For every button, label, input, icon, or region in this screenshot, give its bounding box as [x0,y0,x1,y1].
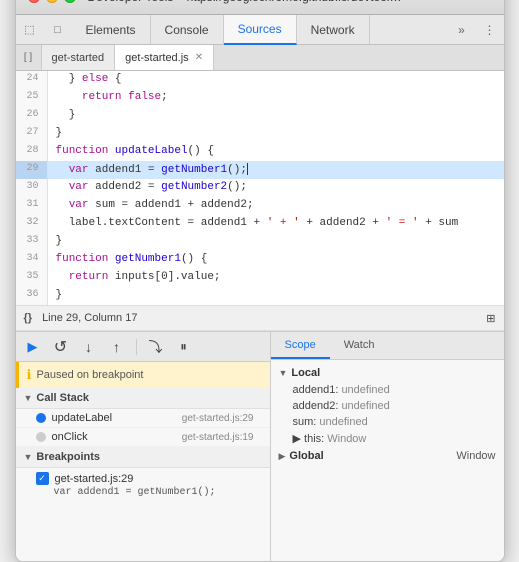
code-line-28: 28 function updateLabel() { [16,143,504,161]
close-tab-icon[interactable]: ✕ [195,52,203,63]
scope-content: ▼ Local addend1: undefined addend2: unde… [271,360,504,561]
file-tab-get-started-js[interactable]: get-started.js ✕ [115,45,214,70]
code-line-27: 27 } [16,125,504,143]
code-line-24: 24 } else { [16,71,504,89]
code-line-33: 33 } [16,233,504,251]
tab-network[interactable]: Network [297,15,370,44]
deactivate-button[interactable]: ⏸ [173,336,195,358]
file-tab-get-started[interactable]: get-started [42,45,116,70]
traffic-lights [28,0,76,3]
global-scope-header[interactable]: ▶ Global Window [271,447,504,465]
callstack-active-icon [36,413,46,423]
scope-prop-addend2: addend2: undefined [271,398,504,414]
callstack-label: Call Stack [36,392,89,404]
pause-notice-text: Paused on breakpoint [36,369,143,381]
step-into-button[interactable]: ↓ [78,336,100,358]
code-line-25: 25 return false; [16,89,504,107]
breakpoint-checkbox-0[interactable]: ✓ [36,472,49,485]
code-line-31: 31 var sum = addend1 + addend2; [16,197,504,215]
more-tabs-button[interactable]: » [448,15,476,44]
breakpoints-label: Breakpoints [36,451,100,463]
bottom-panel: ▶ ↺ ↓ ↑ ⤵ ⏸ ℹ Paused on breakpoint ▼ Cal… [16,331,504,561]
resume-button[interactable]: ▶ [22,336,44,358]
maximize-button[interactable] [64,0,76,3]
scope-prop-addend1: addend1: undefined [271,382,504,398]
pause-notice: ℹ Paused on breakpoint [16,362,270,388]
code-line-36: 36 } [16,287,504,305]
step-over-button[interactable]: ↺ [50,336,72,358]
callstack-fn-1: onClick [52,431,176,443]
minimize-button[interactable] [46,0,58,3]
devtools-menu-button[interactable]: ⋮ [476,15,504,44]
callstack-item-0[interactable]: updateLabel get-started.js:29 [16,409,270,428]
callstack-icon-1 [36,432,46,442]
callstack-fn-0: updateLabel [52,412,176,424]
global-scope-value: Window [456,450,495,462]
tab-watch[interactable]: Watch [330,332,389,359]
scope-prop-sum: sum: undefined [271,414,504,430]
close-button[interactable] [28,0,40,3]
code-line-32: 32 label.textContent = addend1 + ' + ' +… [16,215,504,233]
device-icon[interactable]: □ [44,15,72,44]
callstack-header[interactable]: ▼ Call Stack [16,388,270,409]
local-scope-label: Local [291,367,320,379]
scope-tab-bar: Scope Watch [271,332,504,360]
debugger-toolbar: ▶ ↺ ↓ ↑ ⤵ ⏸ [16,332,270,362]
window-title: Developer Tools – https://googlechrome.g… [88,0,492,4]
global-arrow-icon: ▶ [279,451,286,462]
breakpoints-list: ✓ get-started.js:29 var addend1 = getNum… [16,468,270,502]
inspector-icon[interactable]: ⬚ [16,15,44,44]
callstack-item-1[interactable]: onClick get-started.js:19 [16,428,270,447]
breakpoints-arrow-icon: ▼ [24,452,33,462]
code-line-34: 34 function getNumber1() { [16,251,504,269]
step-button[interactable]: ⤵ [145,336,167,358]
scope-prop-this[interactable]: ▶ this: Window [271,430,504,447]
tab-sources[interactable]: Sources [224,15,297,45]
scope-panel: Scope Watch ▼ Local addend1: undefined a… [271,332,504,561]
global-scope-label: Global [289,450,452,462]
breakpoint-code-0: var addend1 = getNumber1(); [36,487,254,498]
info-icon: ℹ [27,367,32,383]
nav-tabbar: ⬚ □ Elements Console Sources Network » ⋮ [16,15,504,45]
step-out-button[interactable]: ↑ [106,336,128,358]
status-braces-icon: {} [24,312,33,324]
code-line-35: 35 return inputs[0].value; [16,269,504,287]
devtools-window: Developer Tools – https://googlechrome.g… [15,0,505,562]
status-expand-icon[interactable]: ⊞ [486,312,495,325]
local-arrow-icon: ▼ [279,368,288,378]
file-tabs: [ ] get-started get-started.js ✕ [16,45,504,71]
breakpoints-header[interactable]: ▼ Breakpoints [16,447,270,468]
callstack-file-1: get-started.js:19 [182,432,254,443]
code-editor[interactable]: 24 } else { 25 return false; 26 } 27 } 2… [16,71,504,305]
debugger-panel: ▶ ↺ ↓ ↑ ⤵ ⏸ ℹ Paused on breakpoint ▼ Cal… [16,332,271,561]
status-bar: {} Line 29, Column 17 ⊞ [16,305,504,331]
titlebar: Developer Tools – https://googlechrome.g… [16,0,504,15]
tab-console[interactable]: Console [151,15,224,44]
breakpoint-item-0: ✓ get-started.js:29 var addend1 = getNum… [16,468,270,502]
status-line-col: Line 29, Column 17 [42,312,137,324]
callstack-file-0: get-started.js:29 [182,413,254,424]
file-tree-toggle[interactable]: [ ] [16,45,42,70]
local-scope-header[interactable]: ▼ Local [271,364,504,382]
code-line-29: 29 var addend1 = getNumber1(); [16,161,504,179]
code-line-26: 26 } [16,107,504,125]
tab-elements[interactable]: Elements [72,15,151,44]
breakpoint-file-0: get-started.js:29 [55,473,134,485]
tab-scope[interactable]: Scope [271,332,330,359]
callstack-arrow-icon: ▼ [24,393,33,403]
toolbar-separator [136,339,137,355]
code-line-30: 30 var addend2 = getNumber2(); [16,179,504,197]
